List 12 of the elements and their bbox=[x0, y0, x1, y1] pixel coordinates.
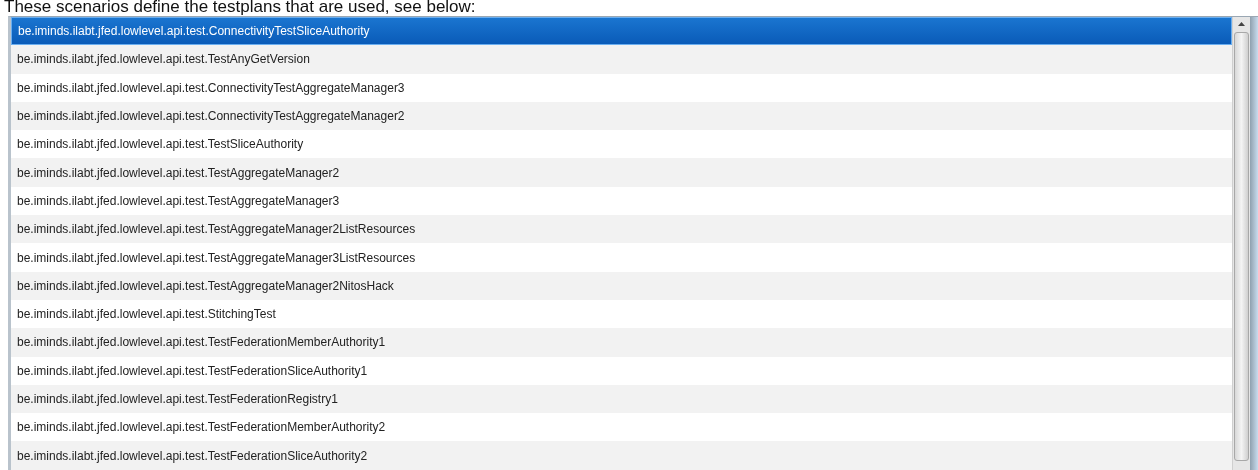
scrollbar[interactable] bbox=[1232, 17, 1250, 470]
list-item[interactable]: be.iminds.ilabt.jfed.lowlevel.api.test.TestAggregateManager2ListResources bbox=[11, 215, 1232, 244]
scroll-thumb[interactable] bbox=[1234, 32, 1249, 461]
intro-text: These scenarios define the testplans that are used, see below: bbox=[4, 0, 476, 16]
list-item[interactable]: be.iminds.ilabt.jfed.lowlevel.api.test.TestAggregateManager2NitosHack bbox=[11, 271, 1232, 300]
list-item[interactable]: be.iminds.ilabt.jfed.lowlevel.api.test.TestFederationMemberAuthority1 bbox=[11, 328, 1232, 357]
list-item[interactable]: be.iminds.ilabt.jfed.lowlevel.api.test.TestFederationRegistry1 bbox=[11, 384, 1232, 414]
list-item[interactable]: be.iminds.ilabt.jfed.lowlevel.api.test.ConnectivityTestSliceAuthority bbox=[11, 17, 1232, 46]
list-item[interactable]: be.iminds.ilabt.jfed.lowlevel.api.test.ConnectivityTestAggregateManager2 bbox=[11, 101, 1232, 131]
list-item[interactable]: be.iminds.ilabt.jfed.lowlevel.api.test.TestAnyGetVersion bbox=[11, 45, 1232, 74]
list-item[interactable]: be.iminds.ilabt.jfed.lowlevel.api.test.TestFederationSliceAuthority2 bbox=[11, 441, 1232, 470]
list-item[interactable]: be.iminds.ilabt.jfed.lowlevel.api.test.TestAggregateManager2 bbox=[11, 158, 1232, 187]
